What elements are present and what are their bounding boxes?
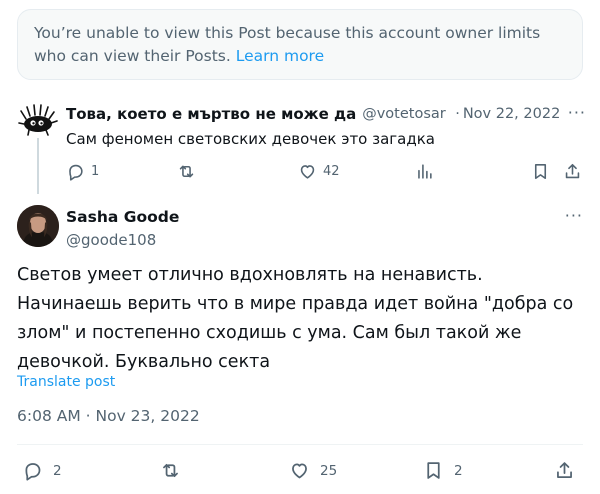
parent-tweet-header: Това, което е мъртво не може да @votetos… bbox=[66, 103, 586, 125]
main-action-bar: 2 25 2 bbox=[17, 460, 583, 484]
main-like-count: 25 bbox=[320, 462, 338, 479]
parent-action-bar: 1 42 bbox=[66, 162, 584, 184]
main-avatar[interactable] bbox=[17, 205, 59, 247]
heart-icon bbox=[292, 463, 307, 479]
main-more-options-button[interactable]: ··· bbox=[565, 206, 583, 225]
parent-handle[interactable]: @votetosar bbox=[362, 106, 452, 122]
user-photo-avatar-icon bbox=[17, 205, 59, 247]
main-timestamp[interactable]: 6:08 AM · Nov 23, 2022 bbox=[17, 407, 200, 425]
header-separator: · bbox=[455, 106, 460, 122]
main-bookmark-count: 2 bbox=[454, 462, 463, 479]
main-display-name[interactable]: Sasha Goode bbox=[66, 208, 179, 226]
action-divider bbox=[17, 444, 583, 445]
main-retweet-button[interactable] bbox=[160, 460, 191, 481]
parent-more-options-button[interactable]: ··· bbox=[568, 103, 586, 122]
parent-reply-count: 1 bbox=[91, 164, 100, 179]
parent-reply-button[interactable]: 1 bbox=[66, 162, 99, 181]
thread-connector-line bbox=[37, 138, 39, 194]
parent-views-button[interactable] bbox=[415, 162, 434, 181]
retweet-icon bbox=[163, 463, 178, 478]
reply-icon bbox=[25, 463, 41, 481]
parent-share-button[interactable] bbox=[563, 162, 582, 181]
analytics-icon bbox=[418, 164, 432, 179]
parent-like-button[interactable]: 42 bbox=[298, 162, 340, 181]
heart-icon bbox=[300, 165, 315, 179]
main-reply-count: 2 bbox=[53, 462, 62, 479]
translate-post-link[interactable]: Translate post bbox=[17, 374, 115, 390]
bookmark-icon bbox=[427, 462, 440, 479]
parent-display-name[interactable]: Това, което е мъртво не може да bbox=[66, 105, 356, 123]
main-tweet-text: Светов умеет отлично вдохновлять на нена… bbox=[17, 265, 574, 372]
main-handle[interactable]: @goode108 bbox=[66, 231, 156, 249]
bookmark-icon bbox=[534, 163, 547, 180]
parent-like-count: 42 bbox=[323, 164, 340, 179]
share-icon bbox=[557, 462, 572, 478]
parent-tweet-text: Сам феномен световских девочек это загад… bbox=[66, 130, 435, 148]
reply-icon bbox=[69, 164, 83, 181]
parent-retweet-button[interactable] bbox=[177, 162, 202, 181]
share-icon bbox=[565, 163, 580, 179]
parent-date[interactable]: Nov 22, 2022 bbox=[463, 106, 560, 122]
parent-avatar[interactable] bbox=[17, 97, 59, 139]
parent-bookmark-button[interactable] bbox=[531, 162, 550, 181]
main-bookmark-button[interactable]: 2 bbox=[423, 460, 463, 481]
restricted-post-notice: You’re unable to view this Post because … bbox=[17, 9, 583, 80]
spiky-creature-avatar-icon bbox=[17, 97, 59, 139]
main-share-button[interactable] bbox=[554, 460, 575, 481]
main-reply-button[interactable]: 2 bbox=[22, 460, 62, 481]
learn-more-link[interactable]: Learn more bbox=[236, 47, 324, 65]
main-like-button[interactable]: 25 bbox=[289, 460, 337, 481]
retweet-icon bbox=[179, 165, 194, 178]
